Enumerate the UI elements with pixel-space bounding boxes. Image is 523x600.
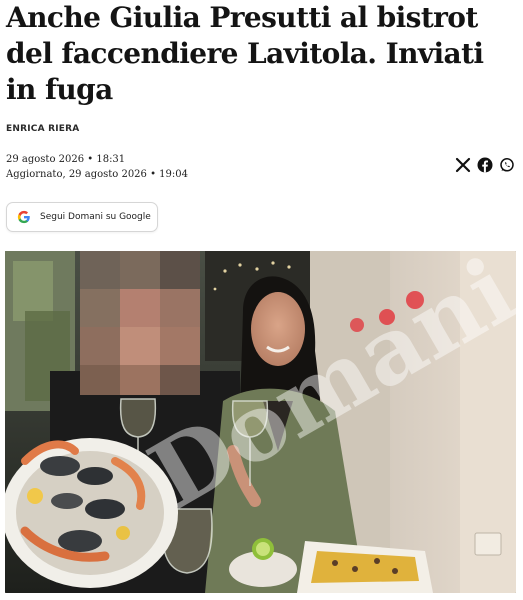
x-icon[interactable]: [455, 157, 471, 173]
article-title: Anche Giulia Presutti al bistrot del fac…: [6, 1, 484, 106]
facebook-icon[interactable]: [477, 157, 493, 173]
article-dates: 29 agosto 2026 • 18:31 Aggiornato, 29 ag…: [6, 152, 188, 182]
pixelated-face: [80, 251, 200, 395]
share-bar: [455, 157, 515, 173]
article-photo[interactable]: Domani: [5, 251, 516, 593]
google-icon: [17, 210, 30, 224]
author-name[interactable]: ENRICA RIERA: [6, 124, 79, 134]
follow-google-button[interactable]: Segui Domani su Google: [6, 202, 158, 232]
photo-illustration: Domani: [5, 251, 516, 593]
updated-date: Aggiornato, 29 agosto 2026 • 19:04: [6, 169, 188, 180]
whatsapp-icon[interactable]: [499, 157, 515, 173]
follow-google-label: Segui Domani su Google: [40, 212, 151, 222]
published-date: 29 agosto 2026 • 18:31: [6, 154, 126, 165]
